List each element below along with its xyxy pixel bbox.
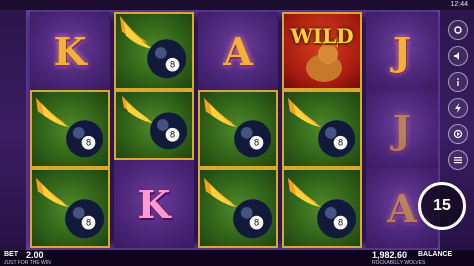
reel-cell: J [366, 12, 438, 90]
reel-cell-win: 8 [114, 90, 194, 160]
info-button[interactable] [448, 72, 468, 92]
speaker-icon [454, 52, 459, 60]
clock: 12:44 [450, 1, 468, 8]
a-symbol: A [223, 28, 253, 74]
svg-text:8: 8 [170, 131, 176, 141]
svg-text:8: 8 [170, 61, 176, 71]
reel-frame: K 8 A WILD J 8 8 8 8 J 8 K 8 8 A [26, 10, 440, 250]
menu-button[interactable] [448, 150, 468, 170]
reel-cell-win: 8 [30, 90, 110, 168]
reel-cell: J [366, 90, 438, 168]
autoplay-icon [453, 129, 463, 139]
flaming-8-ball-icon: 8 [35, 177, 105, 239]
svg-text:8: 8 [254, 219, 260, 229]
wild-cell: WILD [282, 12, 362, 90]
balance-value: 1,982.60 [372, 250, 408, 260]
sound-button[interactable] [448, 46, 468, 66]
status-bar: 12:44 [0, 0, 474, 10]
flaming-8-ball-icon: 8 [287, 97, 356, 158]
flaming-8-ball-icon: 8 [203, 97, 272, 158]
gear-icon [454, 26, 462, 34]
svg-text:8: 8 [338, 139, 344, 149]
flaming-8-ball-icon: 8 [35, 97, 104, 158]
reel-cell-win: 8 [198, 90, 278, 168]
lightning-icon [455, 103, 461, 113]
reel-cell-win: 8 [114, 12, 194, 90]
menu-icon [454, 157, 462, 164]
svg-text:8: 8 [254, 139, 260, 149]
k-symbol: K [53, 28, 87, 74]
balance-label: BALANCE [418, 251, 453, 258]
bottom-bar: BET 2.00 JUST FOR THE WIN 1,982.60 BALAN… [0, 250, 474, 266]
reel-cell-win: 8 [198, 168, 278, 248]
wild-label: WILD [290, 24, 354, 48]
flaming-8-ball-icon: 8 [203, 177, 273, 239]
svg-text:8: 8 [86, 219, 92, 229]
reel-cell-win: 8 [30, 168, 110, 248]
spin-button[interactable]: 15 [418, 182, 466, 230]
flaming-8-ball-icon: 8 [287, 177, 357, 239]
reel-cell-win: 8 [282, 90, 362, 168]
bet-value[interactable]: 2.00 [26, 250, 44, 260]
a-symbol: A [387, 185, 417, 231]
autoplay-count: 15 [433, 197, 451, 214]
flaming-8-ball-icon: 8 [119, 15, 187, 79]
j-symbol: J [393, 106, 411, 152]
j-symbol: J [393, 28, 411, 74]
info-icon [457, 78, 459, 86]
game-name: ROCKABILLY WOLVES [372, 260, 426, 266]
turbo-button[interactable] [448, 98, 468, 118]
flaming-8-ball-icon: 8 [121, 95, 188, 150]
k-symbol: K [137, 181, 171, 227]
settings-button[interactable] [448, 20, 468, 40]
reel-cell-win: 8 [282, 168, 362, 248]
reel-cell: A [198, 12, 278, 90]
game-screen: 12:44 K 8 A WILD J 8 8 8 8 J 8 K 8 8 A 1… [0, 0, 474, 266]
reel-cell: K [30, 12, 110, 90]
reel-cell: K [114, 160, 194, 248]
svg-text:8: 8 [86, 139, 92, 149]
bet-subtitle: JUST FOR THE WIN [4, 260, 51, 266]
bet-label: BET [4, 251, 18, 258]
svg-text:8: 8 [338, 219, 344, 229]
autoplay-button[interactable] [448, 124, 468, 144]
